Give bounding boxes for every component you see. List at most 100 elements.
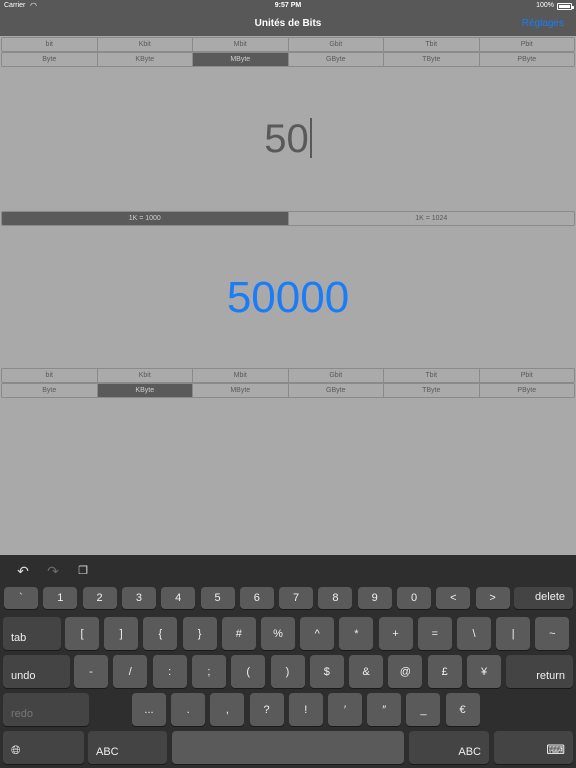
output-unit-kbyte[interactable]: KByte [97,384,193,397]
key-row4-0-label: ... [144,703,154,716]
key-row3-2[interactable]: : [152,655,187,688]
key-row1-2[interactable]: 2 [82,587,117,609]
status-bar: Carrier ◠ 9:57 PM 100% [0,0,576,12]
undo-icon[interactable]: ↶ [13,563,33,579]
key-row1-5[interactable]: 5 [200,587,235,609]
key-row2-0[interactable]: [ [65,617,99,650]
key-row4-1[interactable]: . [171,693,206,726]
key-row1-6[interactable]: 6 [239,587,274,609]
input-unit-gbit[interactable]: Gbit [288,38,384,51]
key-row4-0[interactable]: ... [132,693,166,726]
abc-key-left[interactable]: ABC [88,731,167,764]
key-row2-6-label: ^ [314,627,320,640]
globe-icon[interactable]: 🌐︎ [3,731,84,764]
key-row2-1[interactable]: ] [104,617,139,650]
key-row4-6[interactable]: ″ [367,693,402,726]
abc-key-right-label: ABC [458,746,481,758]
redo-key-label: redo [11,708,34,720]
settings-button[interactable]: Réglages [522,18,564,29]
key-row2-4[interactable]: # [221,617,256,650]
paste-icon[interactable]: ❐ [73,563,93,579]
base-option-1k-1000[interactable]: 1K = 1000 [2,212,289,225]
key-row4-5-label: ′ [343,703,347,716]
input-unit-pbit[interactable]: Pbit [479,38,574,51]
key-row4-2[interactable]: , [210,693,245,726]
key-row3-3[interactable]: ; [191,655,226,688]
key-row1-0[interactable]: ` [4,587,38,609]
key-row2-10[interactable]: \ [457,617,491,650]
space-key[interactable] [172,731,404,764]
key-row3-7[interactable]: & [349,655,384,688]
redo-icon[interactable]: ↷ [43,563,63,579]
key-row2-5[interactable]: % [261,617,295,650]
key-row3-6[interactable]: $ [309,655,344,688]
key-row4-8-label: € [459,703,466,716]
keyboard-hide-icon[interactable]: ⌨︎ [494,731,573,764]
key-row2-8[interactable]: + [378,617,413,650]
key-row3-10-label: ¥ [480,665,488,678]
key-row2-6[interactable]: ^ [300,617,335,650]
key-row2-3[interactable]: } [182,617,217,650]
key-row2-7[interactable]: * [339,617,374,650]
key-row3-0[interactable]: - [74,655,108,688]
input-unit-tbyte[interactable]: TByte [384,53,480,66]
key-row4-1-label: . [186,703,190,716]
abc-key-right[interactable]: ABC [409,731,489,764]
input-value-field[interactable]: 50 [0,113,576,165]
key-row1-3[interactable]: 3 [121,587,156,609]
output-unit-mbit[interactable]: Mbit [193,369,289,382]
key-row4-8[interactable]: € [445,693,480,726]
key-row3-8[interactable]: @ [388,655,423,688]
key-row3-10[interactable]: ¥ [467,655,501,688]
key-row1-4[interactable]: 4 [161,587,196,609]
output-unit-byte[interactable]: Byte [2,384,98,397]
key-row3-9[interactable]: £ [427,655,462,688]
output-unit-gbit[interactable]: Gbit [288,369,384,382]
undo-key[interactable]: undo [3,655,70,688]
key-row4-5[interactable]: ′ [328,693,362,726]
key-row2-12[interactable]: ~ [535,617,570,650]
input-unit-pbyte[interactable]: PByte [479,53,574,66]
key-row1-9[interactable]: 9 [357,587,392,609]
key-row3-3-label: ; [207,665,211,678]
key-row1-12[interactable]: > [475,587,510,609]
input-unit-kbit[interactable]: Kbit [97,38,193,51]
key-row4-7[interactable]: _ [406,693,441,726]
battery-percent: 100% [536,2,554,9]
redo-key[interactable]: redo [3,693,89,726]
key-row1-7[interactable]: 7 [279,587,314,609]
input-unit-gbyte[interactable]: GByte [288,53,384,66]
output-unit-bit[interactable]: bit [2,369,98,382]
output-unit-gbyte[interactable]: GByte [288,384,384,397]
output-unit-pbyte[interactable]: PByte [479,384,574,397]
key-row4-4[interactable]: ! [288,693,323,726]
key-row3-1[interactable]: / [113,655,148,688]
output-unit-tbyte[interactable]: TByte [384,384,480,397]
output-unit-pbit[interactable]: Pbit [479,369,574,382]
key-row3-5[interactable]: ) [270,655,305,688]
output-unit-kbit[interactable]: Kbit [97,369,193,382]
output-unit-mbyte[interactable]: MByte [193,384,289,397]
output-unit-tbit[interactable]: Tbit [384,369,480,382]
key-row2-9[interactable]: = [417,617,452,650]
tab-key[interactable]: tab [3,617,61,650]
key-row1-1[interactable]: 1 [43,587,78,609]
input-unit-byte[interactable]: Byte [2,53,98,66]
key-row1-9-label: 9 [371,592,378,604]
input-unit-mbit[interactable]: Mbit [193,38,289,51]
key-row1-10[interactable]: 0 [397,587,431,609]
return-key[interactable]: return [506,655,573,688]
input-unit-mbyte[interactable]: MByte [193,53,289,66]
input-unit-kbyte[interactable]: KByte [97,53,193,66]
input-unit-tbit[interactable]: Tbit [384,38,480,51]
key-row2-2[interactable]: { [143,617,178,650]
delete-key[interactable]: delete [514,587,573,609]
base-option-1k-1024[interactable]: 1K = 1024 [288,212,574,225]
key-row3-4[interactable]: ( [231,655,266,688]
key-row1-11[interactable]: < [436,587,471,609]
key-row2-11[interactable]: | [496,617,531,650]
key-row1-8[interactable]: 8 [318,587,353,609]
key-row4-3[interactable]: ? [249,693,284,726]
abc-key-left-label: ABC [96,746,119,758]
input-unit-bit[interactable]: bit [2,38,98,51]
